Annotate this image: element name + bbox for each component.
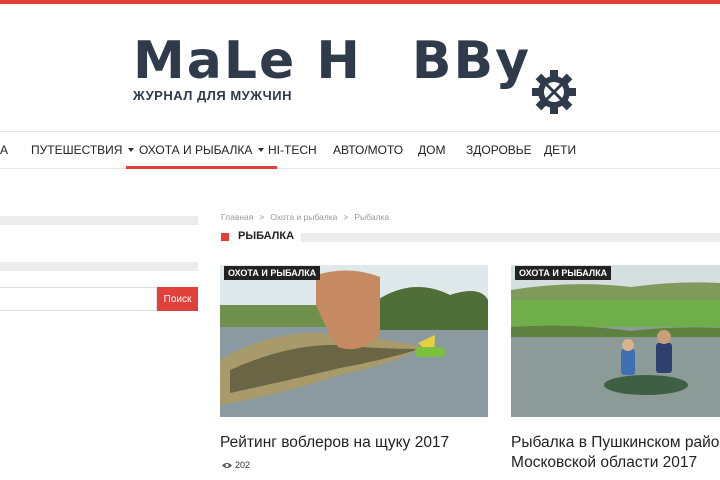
nav-item-health[interactable]: ЗДОРОВЬЕ (466, 132, 532, 169)
breadcrumb-separator: > (343, 212, 349, 222)
nav-item-hunting-fishing[interactable]: ОХОТА И РЫБАЛКА (126, 132, 278, 169)
nav-item-home[interactable]: ДОМ (418, 132, 445, 169)
article-views: 202 (222, 460, 250, 470)
breadcrumb-home[interactable]: Главная (221, 212, 253, 222)
article-title[interactable]: Рейтинг воблеров на щуку 2017 (220, 433, 488, 453)
article-card: ОХОТА И РЫБАЛКА Рыбалка в Пушкинском рай… (511, 265, 720, 471)
eye-icon (222, 463, 232, 468)
chevron-down-icon (258, 148, 265, 152)
sidebar-widget-header (0, 262, 198, 271)
search-button[interactable]: Поиск (157, 287, 198, 311)
category-badge[interactable]: ОХОТА И РЫБАЛКА (224, 266, 321, 280)
top-accent-bar (0, 0, 720, 4)
breadcrumb-separator: > (259, 212, 265, 222)
article-card: ОХОТА И РЫБАЛКА Рейтинг воблеров на щуку… (220, 265, 488, 470)
nav-item-travel[interactable]: ПУТЕШЕСТВИЯ (31, 132, 135, 169)
logo-subtitle: ЖУРНАЛ ДЛЯ МУЖЧИН (133, 88, 293, 103)
nav-item-hi-tech[interactable]: HI-TECH (268, 132, 317, 169)
article-title[interactable]: Рыбалка в Пушкинском районе Московской о… (511, 433, 720, 475)
gear-wrench-icon (532, 70, 576, 114)
site-logo[interactable]: MaLe H BBy ЖУРНАЛ ДЛЯ МУЖЧИН (133, 30, 603, 114)
search-input[interactable] (0, 287, 157, 311)
nav-item-home-partial[interactable]: А (0, 132, 8, 169)
nav-item-auto-moto[interactable]: АВТО/МОТО (333, 132, 403, 169)
breadcrumb-category[interactable]: Охота и рыбалка (270, 212, 337, 222)
category-badge[interactable]: ОХОТА И РЫБАЛКА (515, 266, 612, 280)
nav-item-kids[interactable]: ДЕТИ (544, 132, 576, 169)
section-divider (301, 233, 720, 242)
main-nav: А ПУТЕШЕСТВИЯ ОХОТА И РЫБАЛКА HI-TECH АВ… (0, 131, 720, 169)
logo-title: MaLe H BBy (133, 31, 532, 91)
article-image[interactable]: ОХОТА И РЫБАЛКА (220, 265, 488, 417)
breadcrumb-current: Рыбалка (354, 212, 390, 222)
section-marker (221, 233, 229, 241)
article-image[interactable]: ОХОТА И РЫБАЛКА (511, 265, 720, 417)
sidebar-widget-header (0, 216, 198, 225)
breadcrumb: Главная > Охота и рыбалка > Рыбалка (221, 212, 389, 222)
view-count: 202 (235, 460, 251, 470)
section-title: РЫБАЛКА (238, 230, 295, 242)
